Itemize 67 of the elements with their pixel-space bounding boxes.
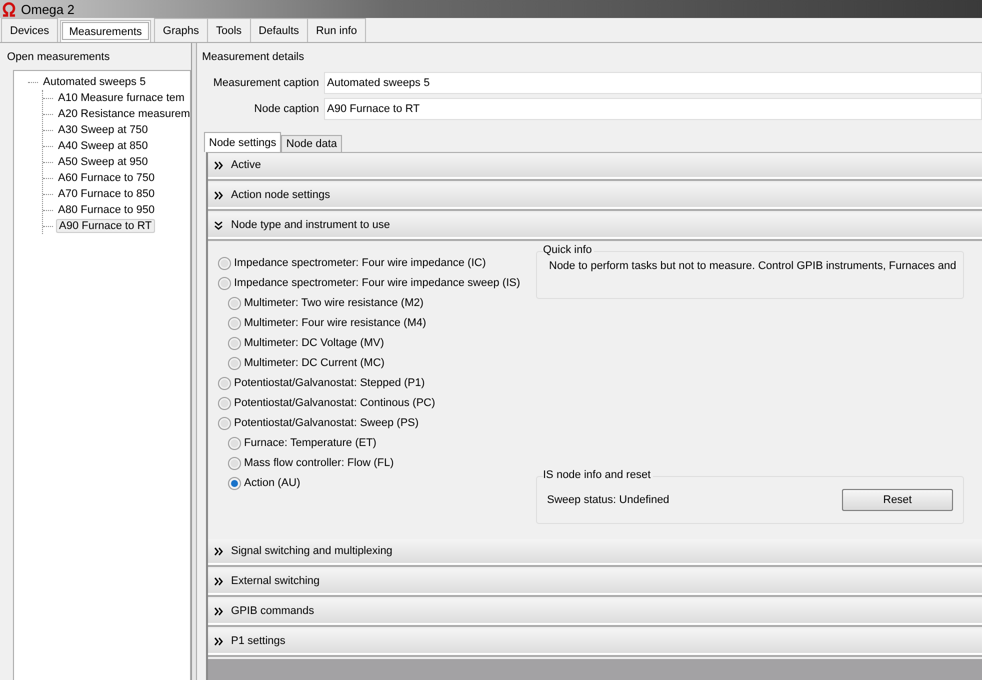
omega-icon (1, 2, 17, 16)
tree-item[interactable]: A50 Sweep at 950 (56, 156, 150, 168)
tree-item[interactable]: A80 Furnace to 950 (56, 204, 157, 216)
field-label: Node caption (254, 103, 319, 115)
radio-button[interactable] (228, 436, 241, 450)
tree-item[interactable]: A40 Sweep at 850 (56, 140, 150, 152)
radio-button[interactable] (228, 336, 241, 350)
chevron-right-icon (214, 576, 223, 586)
radio-button[interactable] (228, 476, 241, 490)
chevron-right-icon (214, 546, 223, 556)
tree-item[interactable]: A30 Sweep at 750 (56, 124, 150, 136)
radio-button[interactable] (228, 456, 241, 470)
tree-item[interactable]: Automated sweeps 5 (41, 76, 148, 88)
radio-label: Potentiostat/Galvanostat: Sweep (PS) (234, 417, 419, 429)
radio-label: Multimeter: DC Voltage (MV) (244, 337, 384, 349)
radio-button[interactable] (218, 256, 231, 270)
tab[interactable]: Run info (307, 18, 366, 42)
radio-label: Action (AU) (244, 477, 300, 489)
chevron-right-icon (214, 636, 223, 646)
panel-title: Open measurements (7, 50, 110, 62)
tab[interactable]: Graphs (154, 18, 208, 42)
radio-button[interactable] (218, 396, 231, 410)
window-title: Omega 2 (21, 2, 74, 16)
reset-button[interactable]: Reset (842, 489, 953, 511)
section-header[interactable]: Active (208, 153, 982, 179)
radio-label: Potentiostat/Galvanostat: Continous (PC) (234, 397, 436, 409)
radio-label: Impedance spectrometer: Four wire impedance (IC) (234, 257, 486, 269)
tree-item[interactable]: A60 Furnace to 750 (56, 172, 157, 184)
chevron-right-icon (214, 190, 223, 200)
chevron-right-icon (214, 160, 223, 170)
section-header[interactable]: Node type and instrument to use (208, 213, 982, 239)
input-field[interactable]: Automated sweeps 5 (324, 72, 982, 94)
section-header[interactable]: Signal switching and multiplexing (208, 539, 982, 565)
radio-button[interactable] (218, 416, 231, 430)
chevron-right-icon (214, 606, 223, 616)
section-header[interactable]: GPIB commands (208, 599, 982, 625)
section-header[interactable]: P1 settings (208, 629, 982, 655)
radio-label: Multimeter: Four wire resistance (M4) (244, 317, 426, 329)
radio-label: Multimeter: DC Current (MC) (244, 357, 385, 369)
radio-button[interactable] (218, 276, 231, 290)
radio-button[interactable] (228, 356, 241, 370)
tab[interactable]: Measurements (60, 20, 151, 42)
group-title: Quick info (543, 244, 594, 256)
tab[interactable]: Node settings (204, 132, 282, 152)
radio-button[interactable] (228, 316, 241, 330)
input-field[interactable]: A90 Furnace to RT (324, 98, 982, 120)
radio-label: Impedance spectrometer: Four wire impedance sweep (IS) (234, 277, 520, 289)
radio-button[interactable] (218, 376, 231, 390)
status-text: Sweep status: Undefined (547, 494, 670, 506)
tree-item[interactable]: A70 Furnace to 850 (56, 188, 157, 200)
radio-label: Furnace: Temperature (ET) (244, 437, 376, 449)
radio-label: Potentiostat/Galvanostat: Stepped (P1) (234, 377, 425, 389)
group-title: IS node info and reset (543, 469, 653, 481)
section-header[interactable]: External switching (208, 569, 982, 595)
tree-item[interactable]: A20 Resistance measurem (56, 108, 192, 120)
field-label: Measurement caption (213, 77, 319, 89)
radio-button[interactable] (228, 296, 241, 310)
tree-item[interactable]: A90 Furnace to RT (56, 219, 155, 233)
tab[interactable]: Node data (281, 135, 342, 152)
radio-label: Mass flow controller: Flow (FL) (244, 457, 394, 469)
chevron-down-icon (214, 220, 223, 230)
tree-item[interactable]: A10 Measure furnace tem (56, 92, 187, 104)
info-text: Node to perform tasks but not to measure. Control GPIB instruments, Furnaces and (549, 260, 956, 272)
section-header[interactable]: Action node settings (208, 183, 982, 209)
radio-label: Multimeter: Two wire resistance (M2) (244, 297, 424, 309)
tab[interactable]: Devices (1, 18, 58, 42)
panel-title: Measurement details (202, 50, 304, 62)
